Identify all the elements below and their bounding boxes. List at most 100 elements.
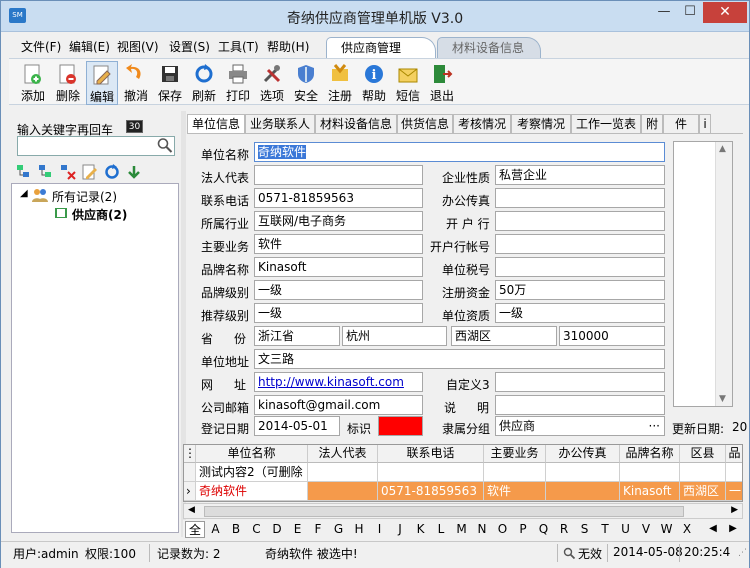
group-picker-button[interactable]: ··· — [649, 417, 660, 435]
table-cell[interactable] — [484, 463, 546, 482]
maximize-button[interactable]: ☐ — [677, 2, 703, 23]
table-cell[interactable] — [680, 463, 726, 482]
field-nature[interactable]: 私营企业 — [495, 165, 665, 185]
scroll-right-icon[interactable]: ▶ — [731, 505, 738, 515]
letter-filter-j[interactable]: J — [390, 521, 410, 538]
letter-filter-p[interactable]: P — [513, 521, 533, 538]
grid-header-phone[interactable]: 联系电话 — [378, 445, 484, 463]
table-cell[interactable]: Kinasoft — [620, 482, 680, 501]
field-brand[interactable]: Kinasoft — [254, 257, 423, 277]
grid-header-district[interactable]: 区县 — [680, 445, 726, 463]
table-cell[interactable] — [546, 463, 620, 482]
table-cell[interactable] — [378, 463, 484, 482]
menu-view[interactable]: 视图(V) — [117, 38, 159, 55]
grid-horizontal-scrollbar[interactable]: ◀ ▶ — [183, 503, 743, 519]
tab-attach-1[interactable]: 附 — [641, 114, 663, 133]
letter-filter-w[interactable]: W — [657, 521, 677, 538]
grid-header-business[interactable]: 主要业务 — [484, 445, 546, 463]
field-taxno[interactable] — [495, 257, 665, 277]
letter-filter-x[interactable]: X — [677, 521, 697, 538]
letter-filter-f[interactable]: F — [308, 521, 328, 538]
letter-filter-all[interactable]: 全 — [185, 521, 205, 538]
scroll-left-icon[interactable]: ◀ — [188, 505, 195, 515]
letter-filter-a[interactable]: A — [206, 521, 226, 538]
letter-filter-u[interactable]: U — [616, 521, 636, 538]
scroll-down-icon[interactable]: ▼ — [719, 394, 726, 404]
tree-root[interactable]: 所有记录(2) — [52, 188, 117, 205]
field-qualification[interactable]: 一级 — [495, 303, 665, 323]
tab-assessment[interactable]: 考核情况 — [453, 114, 511, 133]
letter-filter-t[interactable]: T — [595, 521, 615, 538]
field-email[interactable]: kinasoft@gmail.com — [254, 395, 423, 415]
field-fax[interactable] — [495, 188, 665, 208]
field-business[interactable]: 软件 — [254, 234, 423, 254]
letter-filter-g[interactable]: G — [329, 521, 349, 538]
options-button[interactable]: 选项 — [256, 61, 288, 105]
table-cell[interactable]: 0571-81859563 — [378, 482, 484, 501]
letters-scroll-right-icon[interactable]: ▶ — [723, 521, 743, 538]
field-province[interactable]: 浙江省 — [254, 326, 340, 346]
save-button[interactable]: 保存 — [154, 61, 186, 105]
field-bank[interactable] — [495, 211, 665, 231]
field-district[interactable]: 西湖区 — [451, 326, 557, 346]
field-recommend[interactable]: 一级 — [254, 303, 423, 323]
edit-button[interactable]: 编辑 — [86, 61, 118, 105]
tree-node-supplier[interactable]: 供应商(2) — [72, 206, 127, 223]
exit-button[interactable]: 退出 — [426, 61, 458, 105]
tab-attach-2[interactable]: 件 — [663, 114, 699, 133]
resize-grip-icon[interactable]: ⋰ — [738, 548, 747, 558]
keyword-search-input[interactable] — [17, 136, 175, 156]
security-button[interactable]: 安全 — [290, 61, 322, 105]
letter-filter-l[interactable]: L — [431, 521, 451, 538]
letter-filter-q[interactable]: Q — [534, 521, 554, 538]
scroll-up-icon[interactable]: ▲ — [719, 144, 726, 154]
tab-material-equipment[interactable]: 材料设备信息 — [437, 37, 541, 58]
close-button[interactable]: ✕ — [703, 2, 747, 23]
letter-filter-c[interactable]: C — [247, 521, 267, 538]
field-city[interactable]: 杭州 — [342, 326, 447, 346]
tab-supply[interactable]: 供货信息 — [397, 114, 453, 133]
refresh-button[interactable]: 刷新 — [188, 61, 220, 105]
field-address[interactable]: 文三路 — [254, 349, 665, 369]
letter-filter-h[interactable]: H — [349, 521, 369, 538]
tab-inspection[interactable]: 考察情况 — [511, 114, 571, 133]
field-regdate[interactable]: 2014-05-01 — [254, 416, 340, 436]
search-icon[interactable] — [157, 137, 173, 154]
grid-header-fax[interactable]: 办公传真 — [546, 445, 620, 463]
table-cell[interactable] — [308, 463, 378, 482]
letter-filter-r[interactable]: R — [554, 521, 574, 538]
table-cell[interactable]: 奇纳软件 — [196, 482, 308, 501]
memo-scrollbar[interactable]: ▲ ▼ — [715, 142, 732, 406]
letter-filter-d[interactable]: D — [267, 521, 287, 538]
grid-header-legal[interactable]: 法人代表 — [308, 445, 378, 463]
letter-filter-b[interactable]: B — [226, 521, 246, 538]
menu-settings[interactable]: 设置(S) — [169, 38, 210, 55]
tab-more[interactable]: i — [699, 114, 711, 133]
field-brand-level[interactable]: 一级 — [254, 280, 423, 300]
letter-filter-s[interactable]: S — [575, 521, 595, 538]
tab-materials[interactable]: 材料设备信息 — [315, 114, 397, 133]
field-group[interactable]: 供应商 ··· — [495, 416, 665, 436]
menu-edit[interactable]: 编辑(E) — [69, 38, 110, 55]
minimize-button[interactable]: — — [651, 2, 677, 23]
letter-filter-e[interactable]: E — [288, 521, 308, 538]
field-legal[interactable] — [254, 165, 423, 185]
grid-corner[interactable]: ⋮ — [184, 445, 196, 463]
field-industry[interactable]: 互联网/电子商务 — [254, 211, 423, 231]
refresh-tree-icon[interactable] — [103, 163, 121, 181]
mark-color-box[interactable] — [378, 416, 423, 436]
field-desc[interactable] — [495, 395, 665, 415]
delete-button[interactable]: 删除 — [52, 61, 84, 105]
sms-button[interactable]: 短信 — [392, 61, 424, 105]
menu-help[interactable]: 帮助(H) — [267, 38, 309, 55]
table-cell[interactable] — [620, 463, 680, 482]
edit-group-icon[interactable] — [81, 163, 99, 181]
add-group-icon[interactable] — [15, 163, 33, 181]
field-zip[interactable]: 310000 — [559, 326, 665, 346]
row-header[interactable] — [184, 463, 196, 482]
add-subgroup-icon[interactable] — [37, 163, 55, 181]
table-cell[interactable]: 西湖区 — [680, 482, 726, 501]
delete-group-icon[interactable] — [59, 163, 77, 181]
print-button[interactable]: 打印 — [222, 61, 254, 105]
letter-filter-i[interactable]: I — [370, 521, 390, 538]
